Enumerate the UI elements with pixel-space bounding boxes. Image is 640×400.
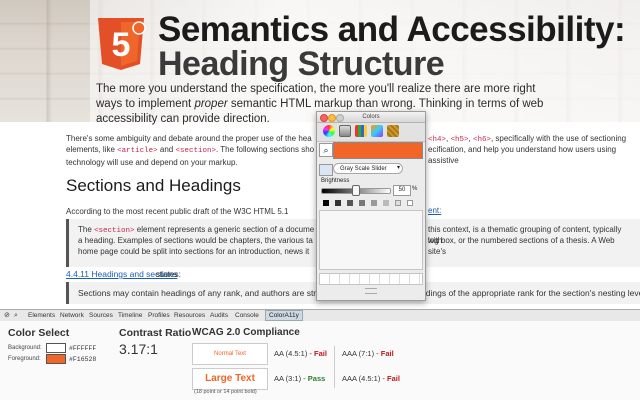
gray-chip-dark[interactable] — [335, 200, 341, 206]
tab-profiles[interactable]: Profiles — [148, 310, 170, 321]
p1-text: elements, like — [66, 145, 118, 154]
quote-1-line-2-right: log box, or the numbered sections of a t… — [428, 236, 615, 256]
large-aaa-status: Fail — [387, 374, 400, 383]
favorite-swatch[interactable] — [320, 274, 330, 284]
foreground-color-swatch[interactable] — [46, 354, 66, 364]
tab-elements[interactable]: Elements — [28, 310, 55, 321]
gray-chip[interactable] — [383, 200, 389, 206]
states-text: states: — [156, 269, 182, 279]
gray-chip[interactable] — [359, 200, 365, 206]
gray-chip-white[interactable] — [407, 200, 413, 206]
brightness-label: Brightness — [321, 178, 350, 184]
background-label: Background: — [8, 345, 42, 351]
gray-chip-black[interactable] — [323, 200, 329, 206]
page-subtitle: Heading Structure — [158, 45, 445, 83]
wcag-heading: WCAG 2.0 Compliance — [192, 327, 300, 338]
code-h5: <h5> — [450, 136, 469, 144]
p1-text: . The following sections sho — [215, 145, 315, 154]
tab-audits[interactable]: Audits — [210, 310, 228, 321]
quote-1-line-2: a heading. Examples of sections would be… — [78, 236, 313, 245]
brightness-value-field[interactable]: 50 — [393, 185, 411, 196]
code-section: <section> — [94, 227, 135, 235]
normal-aa-label: AA (4.5:1) - — [274, 349, 315, 358]
sliders-icon[interactable] — [339, 125, 351, 137]
code-article: <article> — [117, 147, 158, 155]
large-aa-status: Pass — [307, 374, 326, 383]
page-title: Semantics and Accessibility: — [158, 10, 626, 49]
chevron-down-icon: ▾ — [397, 165, 401, 171]
favorite-swatch[interactable] — [410, 274, 420, 284]
tab-network[interactable]: Network — [60, 310, 84, 321]
colors-panel-toolbar — [317, 123, 425, 142]
tab-timeline[interactable]: Timeline — [118, 310, 142, 321]
resize-handle-icon[interactable] — [365, 288, 377, 294]
normal-aaa-status: Fail — [380, 349, 394, 358]
favorite-swatch[interactable] — [380, 274, 390, 284]
large-aaa-label: AAA (4.5:1) - — [342, 374, 388, 383]
p1-text: and — [157, 145, 176, 154]
colors-panel-title: Colors — [362, 114, 380, 120]
foreground-label: Foreground: — [8, 356, 41, 362]
normal-aaa-result: AAA (7:1) - Fail — [342, 349, 394, 358]
html5-logo-text: 5 — [112, 26, 131, 64]
contrast-ratio-value: 3.17:1 — [119, 341, 158, 357]
crayons-icon[interactable] — [387, 125, 399, 137]
normal-aaa-label: AAA (7:1) - — [342, 349, 381, 358]
tab-console[interactable]: Console — [235, 310, 259, 321]
color-select-heading: Color Select — [8, 327, 70, 339]
code-h6: <h6> — [472, 136, 491, 144]
large-aa-result: AA (3:1) - Pass — [274, 374, 325, 383]
favorite-swatch[interactable] — [390, 274, 400, 284]
brightness-slider-knob[interactable] — [352, 185, 360, 196]
colors-panel[interactable]: Colors ⌕ Gray Scale Slider ▾ Brightness … — [316, 111, 426, 301]
slider-mode-select[interactable]: Gray Scale Slider — [333, 163, 403, 174]
selected-color-swatch[interactable] — [333, 142, 423, 159]
contrast-ratio-heading: Contrast Ratio — [119, 327, 192, 339]
normal-aa-result: AA (4.5:1) - Fail — [274, 349, 327, 358]
inspect-icon[interactable]: ⌕ — [14, 310, 18, 321]
tab-colora11y[interactable]: ColorA11y — [265, 310, 303, 321]
html5-logo-icon: 5 — [98, 18, 146, 70]
background-hex-value: #FFFFFF — [69, 345, 97, 352]
tab-resources[interactable]: Resources — [174, 310, 205, 321]
large-aa-label: AA (3:1) - — [274, 374, 308, 383]
article-paragraph-1-right-2: ecification, and help you understand how… — [428, 145, 617, 165]
favorite-swatch[interactable] — [340, 274, 350, 284]
favorite-swatch[interactable] — [370, 274, 380, 284]
large-text-sample: Large Text — [192, 368, 268, 390]
magnifier-icon[interactable]: ⌕ — [319, 143, 333, 157]
quote-text: The — [78, 225, 92, 234]
normal-text-sample: Normal Text — [192, 343, 268, 365]
quote-1-line-3: home page could be split into sections f… — [78, 247, 310, 256]
palettes-icon[interactable] — [355, 125, 367, 137]
code-section: <section> — [175, 147, 216, 155]
favorite-swatch[interactable] — [400, 274, 410, 284]
quote-text: element represents a generic section of … — [134, 225, 315, 234]
color-wheel-icon[interactable] — [323, 125, 335, 137]
favorite-swatch[interactable] — [360, 274, 370, 284]
large-aaa-result: AAA (4.5:1) - Fail — [342, 374, 400, 383]
favorite-swatches — [319, 273, 423, 285]
gray-chip[interactable] — [371, 200, 377, 206]
tab-sources[interactable]: Sources — [89, 310, 113, 321]
intro-emphasis: proper — [194, 98, 228, 110]
spec-link[interactable]: ent: — [428, 206, 441, 215]
close-devtools-icon[interactable]: ⊘ — [4, 310, 10, 321]
percent-label: % — [412, 186, 418, 192]
code-h4: <h4> — [428, 136, 447, 144]
p1-right-text: , specifically with the use of sectionin… — [490, 134, 627, 143]
image-palette-icon[interactable] — [371, 125, 383, 137]
slider-mode-icon — [319, 164, 333, 176]
divider — [334, 346, 335, 388]
favorite-swatch[interactable] — [350, 274, 360, 284]
favorite-swatch[interactable] — [330, 274, 340, 284]
normal-aa-status: Fail — [314, 349, 327, 358]
gray-chip[interactable] — [347, 200, 353, 206]
color-area[interactable] — [319, 210, 423, 270]
foreground-hex-value: #F16528 — [69, 356, 97, 363]
background-color-swatch[interactable] — [46, 343, 66, 353]
gray-chip-light[interactable] — [395, 200, 401, 206]
section-heading: Sections and Headings — [66, 176, 241, 195]
large-text-note: (18 point or 14 point bold) — [194, 389, 257, 395]
